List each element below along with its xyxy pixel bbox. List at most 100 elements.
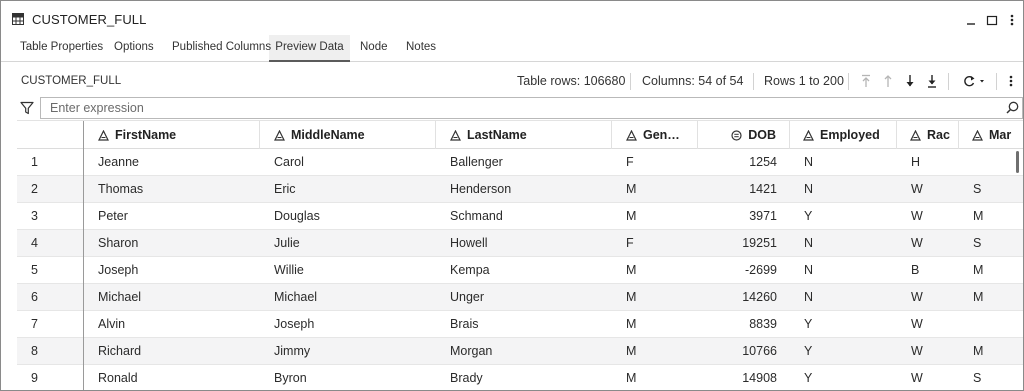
- more-vertical-icon[interactable]: [1005, 13, 1019, 27]
- character-type-icon: [626, 129, 637, 141]
- toolbar-divider: [630, 73, 631, 90]
- data-grid: FirstName MiddleName LastName Gen… DOB E…: [17, 120, 1023, 390]
- column-header-firstname[interactable]: FirstName: [84, 121, 260, 149]
- cell-employed: Y: [804, 209, 813, 223]
- character-type-icon: [972, 129, 983, 141]
- row-number-divider: [83, 121, 84, 390]
- cell-lastname: Brady: [450, 371, 483, 385]
- column-header-employed[interactable]: Employed: [790, 121, 897, 149]
- cell-employed: Y: [804, 317, 813, 331]
- row-number: 4: [31, 236, 38, 250]
- cell-race: B: [911, 263, 920, 277]
- cell-employed: N: [804, 263, 814, 277]
- cell-employed: Y: [804, 344, 813, 358]
- cell-marital: M: [973, 290, 984, 304]
- character-type-icon: [450, 129, 461, 141]
- cell-marital: [973, 311, 1017, 337]
- column-header-gender[interactable]: Gen…: [612, 121, 698, 149]
- table-row[interactable]: 1 Jeanne Carol Ballenger F 1254 N H: [17, 149, 1023, 176]
- cell-middlename: Joseph: [274, 317, 315, 331]
- cell-marital: M: [973, 209, 984, 223]
- tab-preview-data[interactable]: Preview Data: [269, 41, 350, 62]
- cell-race: W: [911, 182, 923, 196]
- table-name: CUSTOMER_FULL: [21, 75, 122, 87]
- table-row[interactable]: 9 Ronald Byron Brady M 14908 Y W S: [17, 365, 1023, 390]
- cell-dob: 1254: [749, 155, 777, 169]
- cell-marital: S: [973, 182, 982, 196]
- rows-range: Rows 1 to 200: [764, 74, 844, 88]
- column-header-race[interactable]: Rac: [897, 121, 959, 149]
- cell-marital: S: [973, 371, 982, 385]
- cell-dob: 19251: [742, 236, 777, 250]
- cell-race: W: [911, 236, 923, 250]
- tab-bar: Table Properties Options Published Colum…: [1, 35, 1023, 62]
- cell-middlename: Byron: [274, 371, 307, 385]
- cell-marital: M: [973, 344, 984, 358]
- last-page-icon[interactable]: [924, 73, 940, 89]
- table-row[interactable]: 7 Alvin Joseph Brais M 8839 Y W: [17, 311, 1023, 338]
- cell-middlename: Eric: [274, 182, 296, 196]
- previous-page-icon[interactable]: [880, 73, 896, 89]
- tab-table-properties[interactable]: Table Properties: [20, 41, 103, 53]
- row-number: 2: [31, 182, 38, 196]
- row-number-header: [17, 121, 84, 149]
- search-icon[interactable]: [1006, 101, 1019, 114]
- first-page-icon[interactable]: [858, 73, 874, 89]
- column-header-marital[interactable]: Mar: [959, 121, 1023, 149]
- table-row[interactable]: 2 Thomas Eric Henderson M 1421 N W S: [17, 176, 1023, 203]
- column-header-lastname[interactable]: LastName: [436, 121, 612, 149]
- cell-firstname: Jeanne: [98, 155, 140, 169]
- cell-firstname: Joseph: [98, 263, 139, 277]
- toolbar-divider: [753, 73, 754, 90]
- minimize-icon[interactable]: [964, 13, 978, 27]
- row-number: 8: [31, 344, 38, 358]
- tab-options[interactable]: Options: [114, 41, 154, 53]
- filter-icon[interactable]: [20, 101, 34, 115]
- cell-marital: [973, 149, 1017, 175]
- title-bar: CUSTOMER_FULL: [1, 1, 1023, 35]
- table-row[interactable]: 3 Peter Douglas Schmand M 3971 Y W M: [17, 203, 1023, 230]
- cell-dob: 10766: [742, 344, 777, 358]
- cell-gender: M: [626, 182, 637, 196]
- toolbar-divider: [848, 73, 849, 90]
- row-number: 7: [31, 317, 38, 331]
- vertical-scrollbar[interactable]: [1016, 151, 1019, 173]
- character-type-icon: [98, 129, 109, 141]
- cell-dob: -2699: [745, 263, 777, 277]
- cell-lastname: Ballenger: [450, 155, 503, 169]
- cell-gender: F: [626, 155, 634, 169]
- tab-published-columns[interactable]: Published Columns: [172, 41, 271, 53]
- next-page-icon[interactable]: [902, 73, 918, 89]
- cell-dob: 3971: [749, 209, 777, 223]
- cell-lastname: Howell: [450, 236, 488, 250]
- cell-middlename: Julie: [274, 236, 300, 250]
- cell-firstname: Michael: [98, 290, 142, 304]
- tab-node[interactable]: Node: [360, 41, 388, 53]
- cell-dob: 14260: [742, 290, 777, 304]
- column-header-dob[interactable]: DOB: [698, 121, 790, 149]
- toolbar-more-icon[interactable]: [1006, 73, 1016, 89]
- refresh-icon[interactable]: [962, 73, 988, 89]
- cell-race: W: [911, 344, 923, 358]
- expression-input[interactable]: [40, 97, 1023, 119]
- row-number: 6: [31, 290, 38, 304]
- character-type-icon: [274, 129, 285, 141]
- row-number: 3: [31, 209, 38, 223]
- tab-notes[interactable]: Notes: [406, 41, 436, 53]
- table-row[interactable]: 6 Michael Michael Unger M 14260 N W M: [17, 284, 1023, 311]
- column-label: Gen…: [643, 128, 680, 142]
- column-header-middlename[interactable]: MiddleName: [260, 121, 436, 149]
- character-type-icon: [910, 129, 921, 141]
- column-label: LastName: [467, 128, 527, 142]
- cell-lastname: Morgan: [450, 344, 493, 358]
- column-label: Employed: [820, 128, 880, 142]
- maximize-icon[interactable]: [985, 13, 999, 27]
- table-row[interactable]: 5 Joseph Willie Kempa M -2699 N B M: [17, 257, 1023, 284]
- table-row[interactable]: 4 Sharon Julie Howell F 19251 N W S: [17, 230, 1023, 257]
- table-row[interactable]: 8 Richard Jimmy Morgan M 10766 Y W M: [17, 338, 1023, 365]
- cell-lastname: Henderson: [450, 182, 512, 196]
- cell-gender: M: [626, 371, 637, 385]
- cell-dob: 8839: [749, 317, 777, 331]
- cell-middlename: Michael: [274, 290, 318, 304]
- column-label: MiddleName: [291, 128, 365, 142]
